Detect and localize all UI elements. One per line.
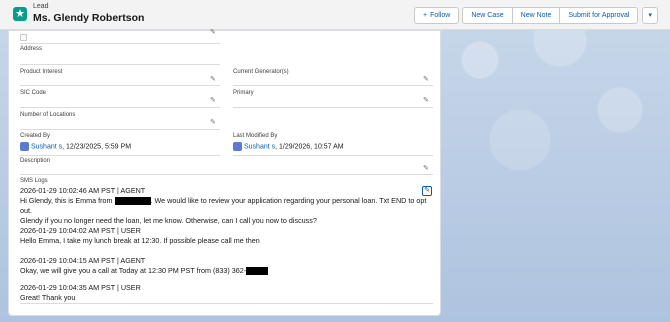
star-icon: ★ — [13, 7, 27, 21]
divider — [20, 303, 433, 304]
address-label: Address — [20, 46, 43, 52]
avatar — [20, 142, 29, 151]
primary-label: Primary — [233, 90, 254, 96]
follow-button[interactable]: + Follow — [414, 7, 460, 24]
details-card: ✎ Address Product Interest ✎ Current Gen… — [8, 29, 441, 316]
record-header: ★ Lead Ms. Glendy Robertson + Follow New … — [0, 0, 670, 30]
checkbox[interactable] — [20, 34, 27, 41]
pencil-icon[interactable]: ✎ — [210, 29, 218, 37]
sms-log-message: Great! Thank you — [20, 293, 76, 302]
pencil-icon[interactable]: ✎ — [423, 97, 431, 105]
created-by-value: Sushant s, 12/23/2025, 5:59 PM — [20, 142, 131, 151]
new-case-button[interactable]: New Case — [462, 7, 513, 24]
sms-log-entry: 2026-01-29 10:02:46 AM PST | AGENT Hi Gl… — [20, 186, 440, 226]
created-by-label: Created By — [20, 133, 51, 139]
divider — [233, 107, 433, 108]
avatar — [233, 142, 242, 151]
last-modified-by-user-link[interactable]: Sushant s — [244, 143, 275, 150]
divider — [20, 43, 220, 44]
pencil-icon[interactable]: ✎ — [423, 76, 431, 84]
sms-log-entry: 2026-01-29 10:04:15 AM PST | AGENT Okay,… — [20, 256, 269, 276]
last-modified-by-label: Last Modified By — [233, 133, 278, 139]
number-of-locations-label: Number of Locations — [20, 112, 76, 118]
follow-label: Follow — [430, 12, 451, 19]
pencil-icon[interactable]: ✎ — [210, 76, 218, 84]
created-by-user-link[interactable]: Sushant s — [31, 143, 62, 150]
created-by-date: , 12/23/2025, 5:59 PM — [62, 143, 132, 151]
divider — [233, 155, 433, 156]
sms-log-text: Hi Glendy, this is Emma from — [20, 196, 113, 205]
sic-code-label: SIC Code — [20, 90, 47, 96]
sms-log-entry: 2026-01-29 10:04:02 AM PST | USER Hello … — [20, 226, 260, 246]
product-interest-label: Product Interest — [20, 69, 63, 75]
pencil-icon[interactable]: ✎ — [210, 97, 218, 105]
sms-log-header: 2026-01-29 10:04:35 AM PST | USER — [20, 283, 141, 292]
sms-logs-label: SMS Logs — [20, 178, 48, 184]
submit-for-approval-button[interactable]: Submit for Approval — [559, 7, 639, 24]
object-type: Lead — [33, 3, 49, 10]
sms-log-message: Hi Glendy, this is Emma from . We would … — [20, 196, 440, 216]
current-generator-label: Current Generator(s) — [233, 69, 289, 75]
sms-log-header: 2026-01-29 10:04:15 AM PST | AGENT — [20, 256, 146, 265]
sms-log-header: 2026-01-29 10:02:46 AM PST | AGENT — [20, 186, 146, 195]
sms-log-message: Glendy if you no longer need the loan, l… — [20, 216, 317, 225]
last-modified-by-value: Sushant s, 1/29/2026, 10:57 AM — [233, 142, 344, 151]
divider — [20, 174, 433, 175]
action-bar: + Follow New Case New Note Submit for App… — [414, 7, 658, 24]
divider — [20, 129, 220, 130]
divider — [20, 85, 220, 86]
divider — [233, 85, 433, 86]
record-name: Ms. Glendy Robertson — [33, 12, 145, 24]
chevron-down-icon: ▾ — [648, 12, 652, 19]
pencil-icon[interactable]: ✎ — [423, 165, 431, 173]
description-label: Description — [20, 158, 51, 164]
divider — [20, 64, 220, 65]
divider — [20, 155, 220, 156]
redaction-block — [246, 267, 269, 276]
sms-log-message: Okay, we will give you a call at Today a… — [20, 266, 269, 276]
sms-log-header: 2026-01-29 10:04:02 AM PST | USER — [20, 226, 141, 235]
last-modified-date: , 1/29/2026, 10:57 AM — [275, 143, 344, 151]
more-actions-button[interactable]: ▾ — [642, 7, 658, 24]
sms-log-message: Hello Emma, I take my lunch break at 12:… — [20, 236, 260, 245]
new-note-button[interactable]: New Note — [511, 7, 561, 24]
pencil-icon[interactable]: ✎ — [210, 119, 218, 127]
sms-log-text: Okay, we will give you a call at Today a… — [20, 266, 247, 275]
redaction-block — [114, 197, 151, 206]
sms-log-entry: 2026-01-29 10:04:35 AM PST | USER Great!… — [20, 283, 141, 303]
plus-icon: + — [423, 12, 428, 19]
divider — [20, 107, 220, 108]
